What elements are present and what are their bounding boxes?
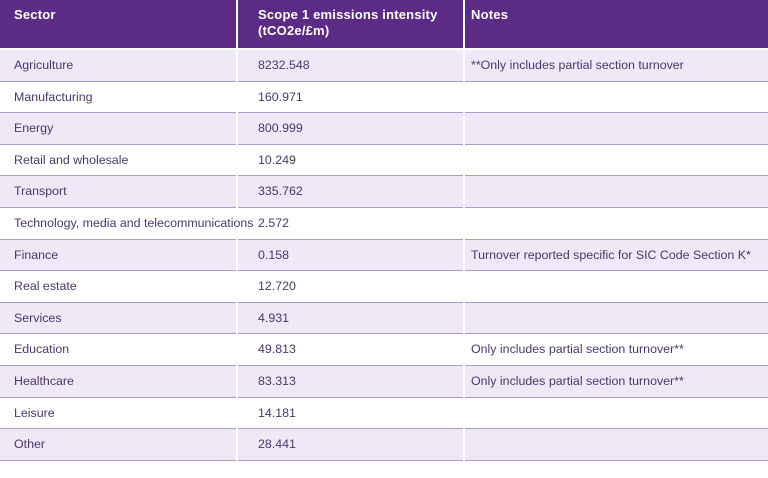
table-row: Real estate12.720 <box>0 271 768 303</box>
note-cell <box>465 429 768 461</box>
sector-cell: Technology, media and telecommunications <box>0 208 236 240</box>
table-row: Other28.441 <box>0 429 768 461</box>
column-header-intensity-unit: (tCO2e/£m) <box>258 23 462 39</box>
sector-cell: Energy <box>0 113 236 145</box>
intensity-cell: 160.971 <box>238 82 463 114</box>
table-row: Leisure14.181 <box>0 398 768 430</box>
intensity-cell: 8232.548 <box>238 50 463 82</box>
column-header-intensity-label: Scope 1 emissions intensity <box>258 7 438 22</box>
sector-cell: Education <box>0 334 236 366</box>
intensity-cell: 10.249 <box>238 145 463 177</box>
sector-cell: Services <box>0 303 236 335</box>
column-header-notes: Notes <box>465 0 768 50</box>
note-cell <box>465 303 768 335</box>
intensity-cell: 49.813 <box>238 334 463 366</box>
table-row: Technology, media and telecommunications… <box>0 208 768 240</box>
header-row: Sector Scope 1 emissions intensity (tCO2… <box>0 0 768 50</box>
note-cell <box>465 271 768 303</box>
table-row: Education49.813Only includes partial sec… <box>0 334 768 366</box>
table-row: Finance0.158Turnover reported specific f… <box>0 240 768 272</box>
sector-cell: Other <box>0 429 236 461</box>
note-cell <box>465 176 768 208</box>
intensity-cell: 4.931 <box>238 303 463 335</box>
table-row: Retail and wholesale10.249 <box>0 145 768 177</box>
scope1-emissions-table: Sector Scope 1 emissions intensity (tCO2… <box>0 0 768 461</box>
table-header: Sector Scope 1 emissions intensity (tCO2… <box>0 0 768 50</box>
intensity-cell: 28.441 <box>238 429 463 461</box>
intensity-cell: 2.572 <box>238 208 463 240</box>
sector-cell: Healthcare <box>0 366 236 398</box>
table-row: Energy800.999 <box>0 113 768 145</box>
column-header-sector: Sector <box>0 0 236 50</box>
sector-cell: Real estate <box>0 271 236 303</box>
sector-cell: Manufacturing <box>0 82 236 114</box>
note-cell: Turnover reported specific for SIC Code … <box>465 240 768 272</box>
table-row: Healthcare83.313Only includes partial se… <box>0 366 768 398</box>
intensity-cell: 0.158 <box>238 240 463 272</box>
report-page: Sector Scope 1 emissions intensity (tCO2… <box>0 0 768 478</box>
sector-cell: Finance <box>0 240 236 272</box>
sector-cell: Leisure <box>0 398 236 430</box>
table-row: Manufacturing160.971 <box>0 82 768 114</box>
note-cell <box>465 145 768 177</box>
note-cell: Only includes partial section turnover** <box>465 334 768 366</box>
intensity-cell: 335.762 <box>238 176 463 208</box>
table-row: Services4.931 <box>0 303 768 335</box>
sector-cell: Agriculture <box>0 50 236 82</box>
note-cell <box>465 113 768 145</box>
intensity-cell: 800.999 <box>238 113 463 145</box>
intensity-cell: 14.181 <box>238 398 463 430</box>
intensity-cell: 83.313 <box>238 366 463 398</box>
note-cell <box>465 208 768 240</box>
table-body: Agriculture8232.548**Only includes parti… <box>0 50 768 461</box>
sector-cell: Transport <box>0 176 236 208</box>
note-cell: Only includes partial section turnover** <box>465 366 768 398</box>
table-row: Transport335.762 <box>0 176 768 208</box>
note-cell: **Only includes partial section turnover <box>465 50 768 82</box>
note-cell <box>465 82 768 114</box>
table-row: Agriculture8232.548**Only includes parti… <box>0 50 768 82</box>
column-header-intensity: Scope 1 emissions intensity (tCO2e/£m) <box>238 0 463 50</box>
intensity-cell: 12.720 <box>238 271 463 303</box>
sector-cell: Retail and wholesale <box>0 145 236 177</box>
note-cell <box>465 398 768 430</box>
